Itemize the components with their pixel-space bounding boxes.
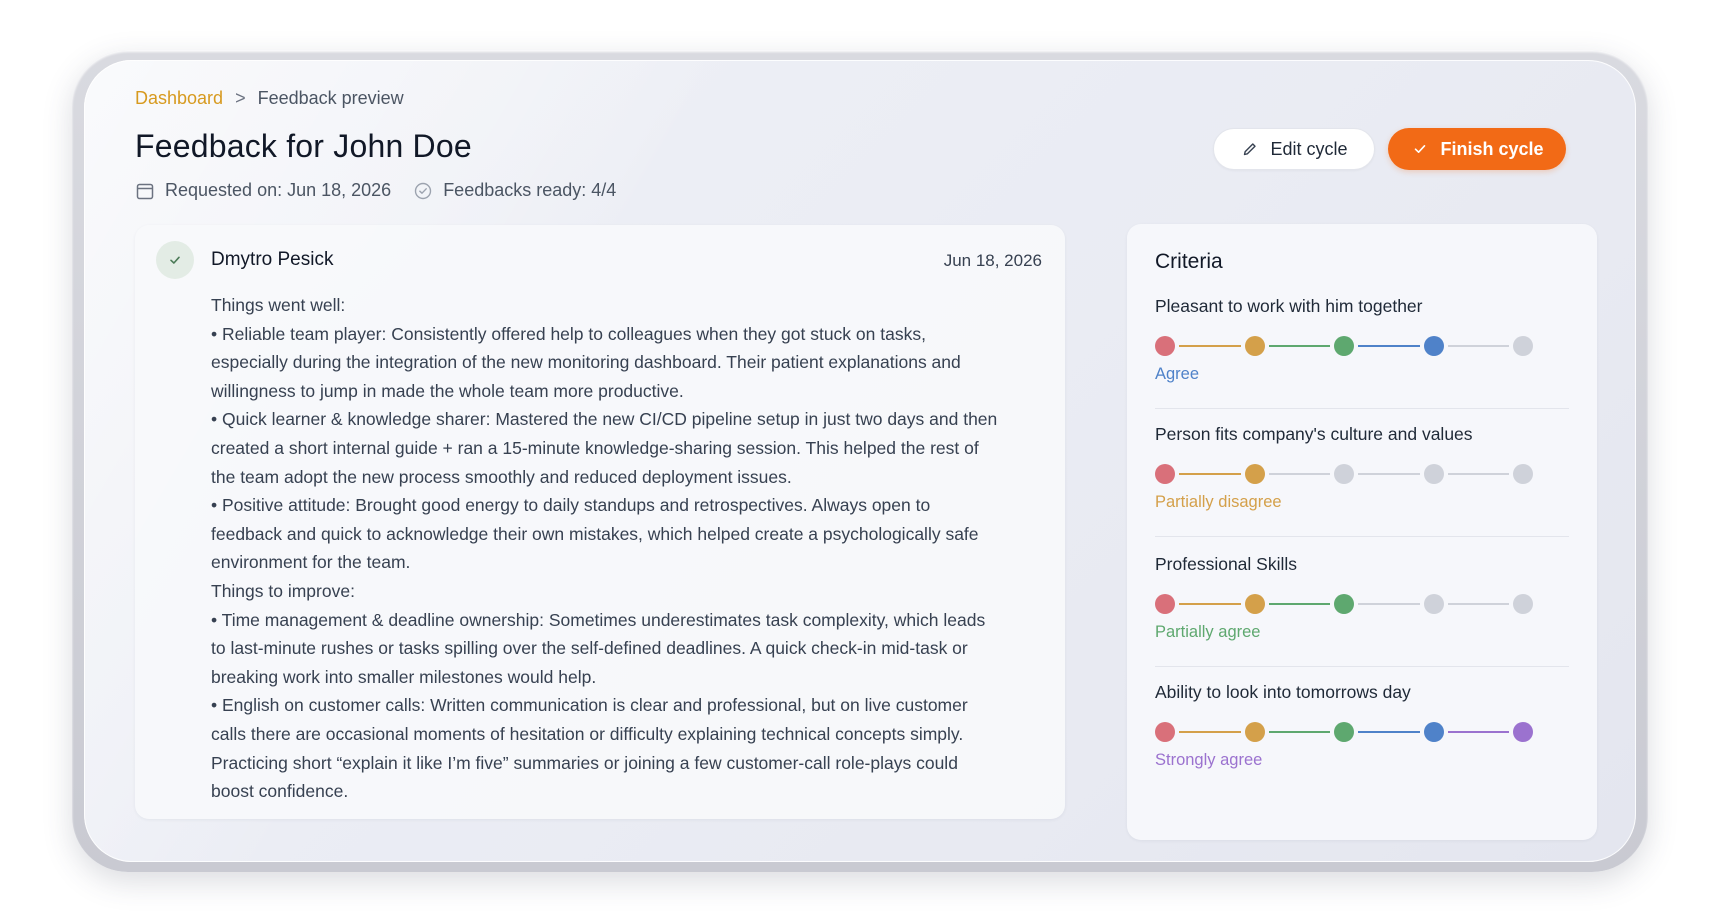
rating-dot bbox=[1334, 722, 1354, 742]
breadcrumb: Dashboard > Feedback preview bbox=[135, 88, 404, 109]
feedback-body: Things went well: • Reliable team player:… bbox=[211, 291, 1051, 806]
rating-dot bbox=[1424, 722, 1444, 742]
rating-dot bbox=[1513, 464, 1533, 484]
rating-dot bbox=[1155, 594, 1175, 614]
rating-connector bbox=[1358, 603, 1420, 605]
requested-on-text: Requested on: Jun 18, 2026 bbox=[165, 180, 392, 200]
feedback-line: • English on customer calls: Written com… bbox=[211, 695, 968, 716]
criterion-item: Professional Skills Partially agree bbox=[1155, 554, 1569, 642]
rating-connector bbox=[1179, 603, 1241, 605]
criterion-label: Pleasant to work with him together bbox=[1155, 296, 1423, 316]
rating-dot bbox=[1155, 722, 1175, 742]
criterion-value: Partially disagree bbox=[1155, 493, 1282, 511]
edit-cycle-label: Edit cycle bbox=[1270, 138, 1348, 159]
calendar-icon bbox=[135, 181, 155, 201]
criteria-divider bbox=[1155, 408, 1569, 409]
criteria-title: Criteria bbox=[1155, 250, 1223, 273]
feedback-line: willingness to jump in made the whole te… bbox=[211, 380, 684, 401]
feedback-date: Jun 18, 2026 bbox=[943, 251, 1042, 270]
feedback-line: feedback and quick to acknowledge their … bbox=[211, 523, 979, 544]
rating-connector bbox=[1269, 731, 1330, 733]
check-circle-icon bbox=[413, 181, 433, 201]
criteria-divider bbox=[1155, 666, 1569, 667]
rating-scale bbox=[1155, 592, 1569, 614]
breadcrumb-dashboard-link[interactable]: Dashboard bbox=[135, 88, 223, 109]
rating-connector bbox=[1358, 731, 1420, 733]
rating-dot bbox=[1155, 464, 1175, 484]
criterion-label: Ability to look into tomorrows day bbox=[1155, 682, 1411, 702]
criterion-value: Partially agree bbox=[1155, 623, 1261, 641]
feedback-status-check-icon bbox=[156, 241, 194, 279]
rating-connector bbox=[1448, 473, 1509, 475]
feedback-line: Things went well: bbox=[211, 295, 346, 315]
app-window: Dashboard > Feedback preview Feedback fo… bbox=[84, 60, 1636, 862]
criterion-label: Professional Skills bbox=[1155, 554, 1297, 574]
rating-connector bbox=[1179, 731, 1241, 733]
feedback-card: Dmytro Pesick Jun 18, 2026 Things went w… bbox=[135, 225, 1065, 819]
page-meta: Requested on: Jun 18, 2026 Feedbacks rea… bbox=[135, 180, 616, 201]
rating-connector bbox=[1448, 345, 1509, 347]
rating-connector bbox=[1269, 603, 1330, 605]
rating-connector bbox=[1179, 473, 1241, 475]
feedback-line: to last-minute rushes or tasks spilling … bbox=[211, 638, 968, 659]
rating-dot bbox=[1245, 594, 1265, 614]
feedbacks-ready: Feedbacks ready: 4/4 bbox=[413, 180, 616, 201]
rating-scale bbox=[1155, 720, 1569, 742]
criteria-card: Criteria Pleasant to work with him toget… bbox=[1127, 224, 1597, 840]
feedback-line: especially during the integration of the… bbox=[211, 352, 961, 373]
breadcrumb-separator: > bbox=[235, 88, 246, 108]
rating-dot bbox=[1424, 464, 1444, 484]
rating-dot bbox=[1513, 594, 1533, 614]
rating-dot bbox=[1513, 336, 1533, 356]
criterion-value: Strongly agree bbox=[1155, 751, 1263, 769]
rating-connector bbox=[1179, 345, 1241, 347]
rating-connector bbox=[1358, 473, 1420, 475]
rating-dot bbox=[1513, 722, 1533, 742]
feedback-author: Dmytro Pesick bbox=[211, 249, 334, 270]
page-title: Feedback for John Doe bbox=[135, 128, 472, 164]
rating-dot bbox=[1334, 594, 1354, 614]
finish-cycle-button[interactable]: Finish cycle bbox=[1388, 128, 1566, 170]
rating-scale bbox=[1155, 334, 1569, 356]
rating-dot bbox=[1155, 336, 1175, 356]
criterion-item: Person fits company's culture and values… bbox=[1155, 424, 1569, 512]
criteria-divider bbox=[1155, 536, 1569, 537]
criterion-item: Ability to look into tomorrows day Strong… bbox=[1155, 682, 1569, 770]
feedback-line: • Reliable team player: Consistently off… bbox=[211, 323, 926, 344]
rating-dot bbox=[1245, 464, 1265, 484]
feedback-line: the team adopt the new process smoothly … bbox=[211, 466, 792, 487]
rating-dot bbox=[1334, 464, 1354, 484]
feedback-line: Things to improve: bbox=[211, 580, 355, 601]
rating-connector bbox=[1269, 345, 1330, 347]
feedback-line: boost confidence. bbox=[211, 781, 349, 802]
feedback-line: environment for the team. bbox=[211, 552, 411, 573]
rating-connector bbox=[1448, 603, 1509, 605]
rating-dot bbox=[1334, 336, 1354, 356]
pencil-icon bbox=[1240, 139, 1260, 159]
feedback-line: • Time management & deadline ownership: … bbox=[211, 609, 986, 630]
requested-on: Requested on: Jun 18, 2026 bbox=[135, 180, 391, 201]
edit-cycle-button[interactable]: Edit cycle bbox=[1213, 128, 1375, 170]
feedback-line: Practicing short “explain it like I’m fi… bbox=[211, 752, 958, 773]
feedback-line: created a short internal guide + ran a 1… bbox=[211, 437, 979, 458]
rating-dot bbox=[1245, 722, 1265, 742]
rating-scale bbox=[1155, 462, 1569, 484]
feedback-line: • Positive attitude: Brought good energy… bbox=[211, 495, 931, 516]
feedback-line: breaking work into smaller milestones wo… bbox=[211, 666, 597, 687]
rating-connector bbox=[1269, 473, 1330, 475]
checkmark-icon bbox=[1410, 139, 1430, 159]
rating-dot bbox=[1245, 336, 1265, 356]
rating-connector bbox=[1448, 731, 1509, 733]
criterion-label: Person fits company's culture and values bbox=[1155, 424, 1473, 444]
criterion-value: Agree bbox=[1155, 365, 1200, 383]
rating-connector bbox=[1358, 345, 1420, 347]
criterion-item: Pleasant to work with him together Agree bbox=[1155, 296, 1569, 384]
feedbacks-ready-text: Feedbacks ready: 4/4 bbox=[443, 180, 617, 200]
rating-dot bbox=[1424, 336, 1444, 356]
finish-cycle-label: Finish cycle bbox=[1440, 138, 1544, 159]
breadcrumb-current: Feedback preview bbox=[257, 88, 404, 108]
feedback-line: calls there are occasional moments of he… bbox=[211, 723, 964, 744]
feedback-line: • Quick learner & knowledge sharer: Mast… bbox=[211, 409, 998, 430]
rating-dot bbox=[1424, 594, 1444, 614]
